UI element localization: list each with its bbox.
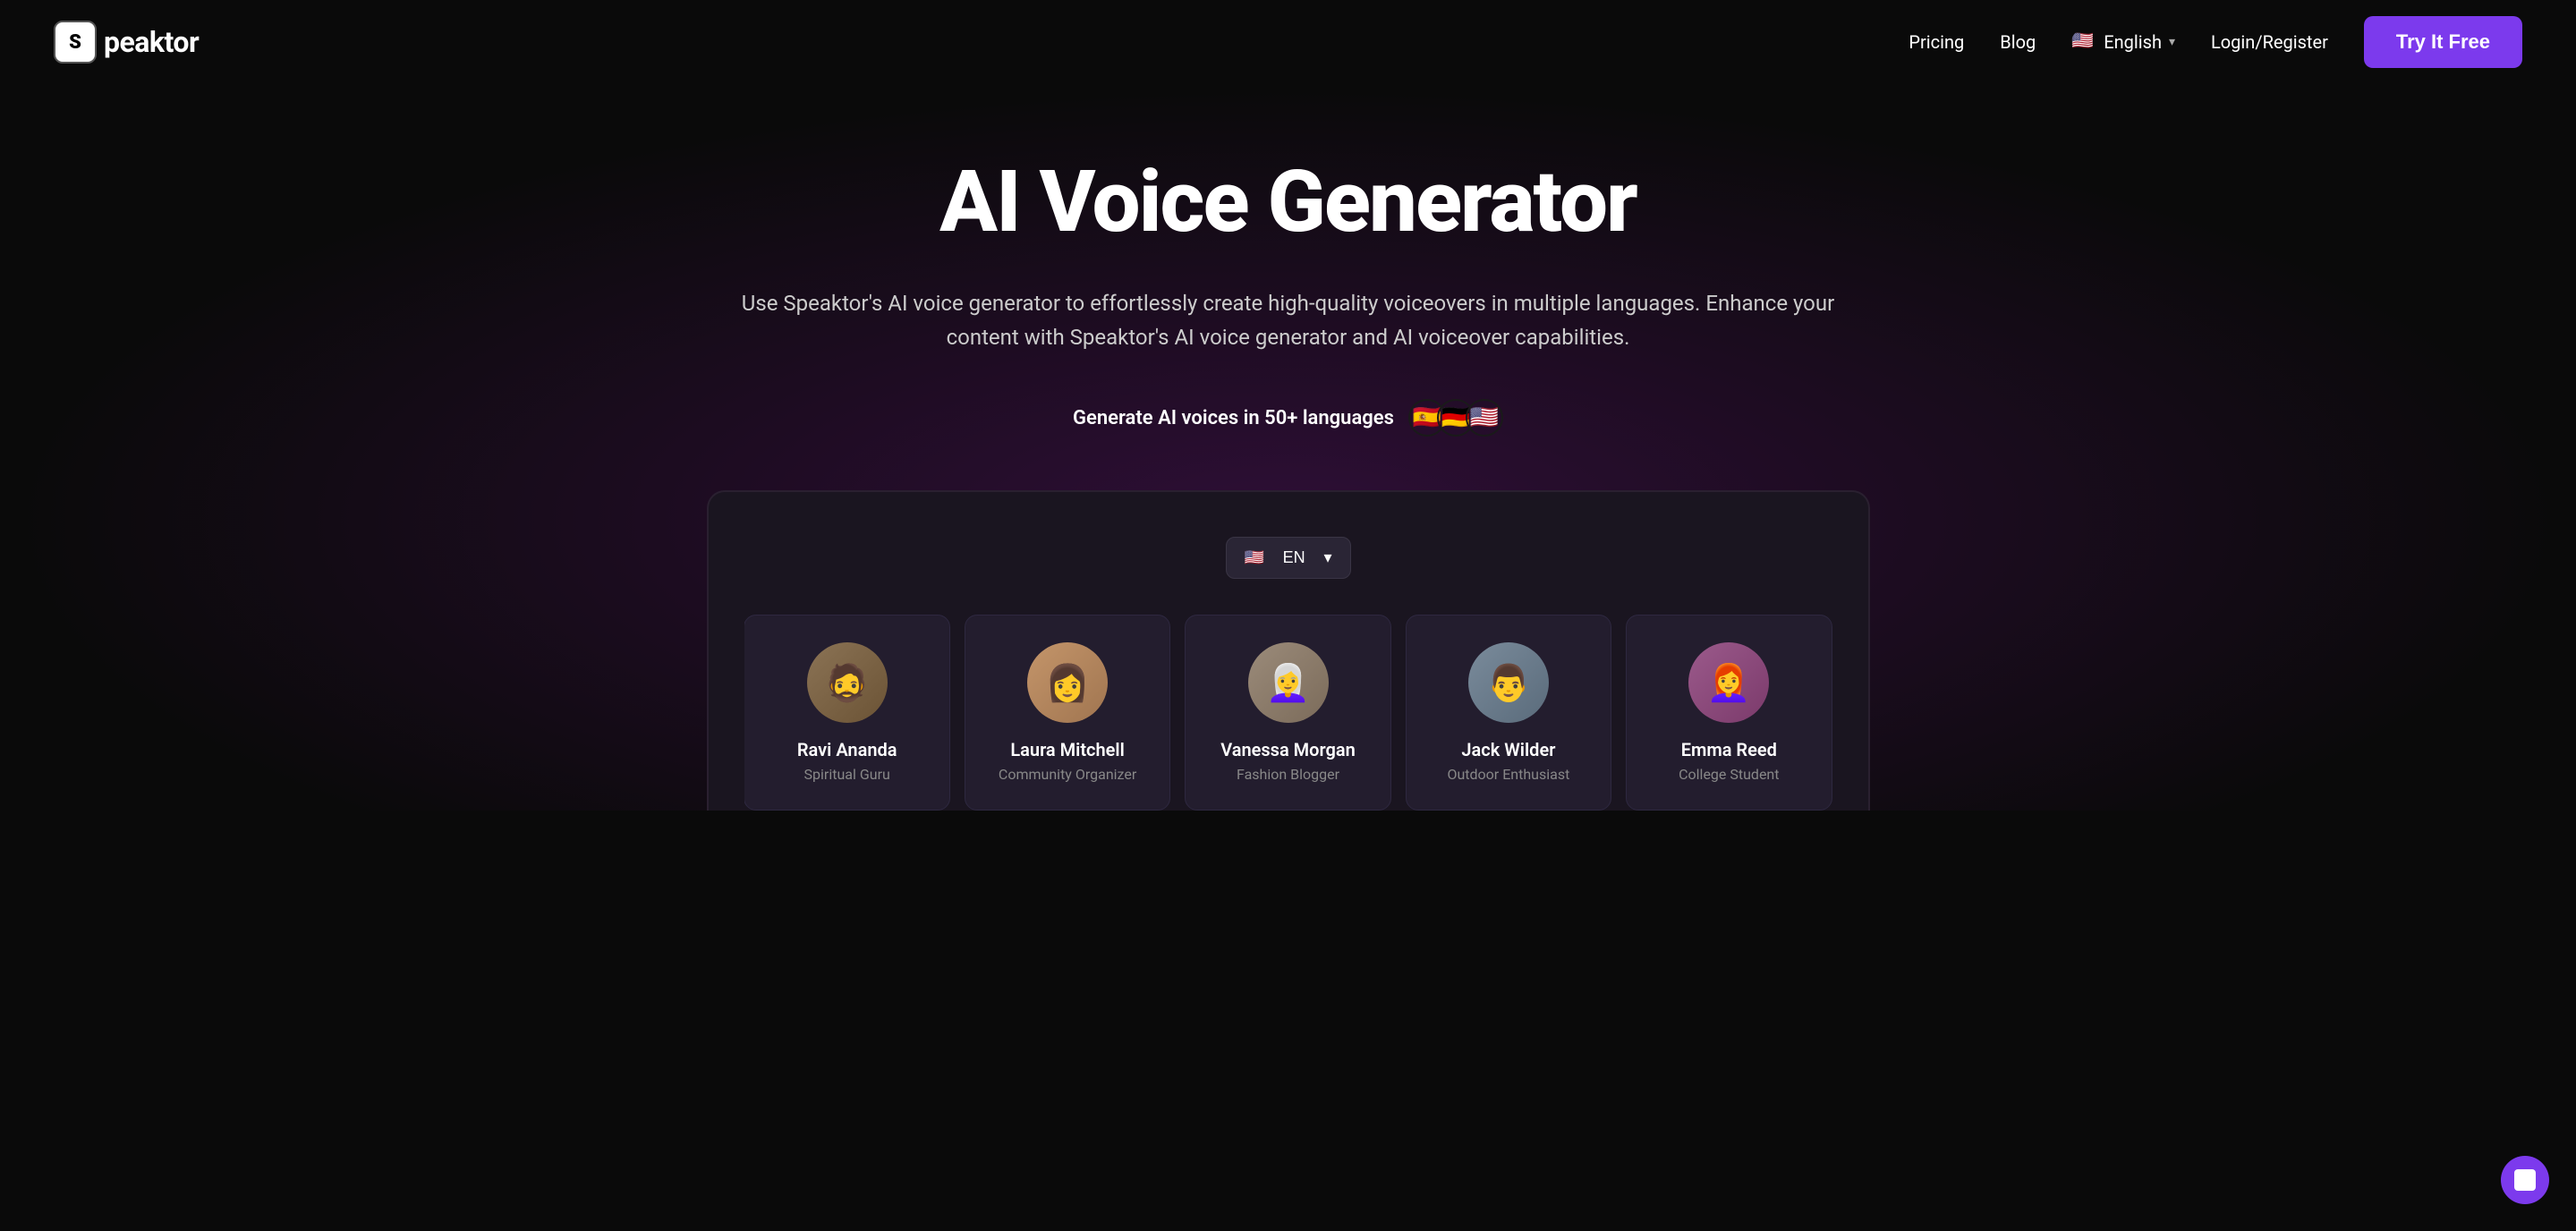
voice-avatar: 👩 (1027, 642, 1108, 723)
voice-role: Outdoor Enthusiast (1424, 766, 1593, 783)
voice-name: Ravi Ananda (762, 739, 931, 760)
chat-widget[interactable] (2501, 1156, 2549, 1204)
logo-icon: S (54, 21, 97, 64)
app-chevron-icon: ▾ (1323, 548, 1331, 567)
nav: Pricing Blog 🇺🇸 English ▾ Login/Register… (1909, 16, 2522, 68)
voice-avatar: 👨 (1468, 642, 1549, 723)
flag-icon: 🇺🇸 (2071, 30, 2096, 55)
logo-text: peaktor (104, 25, 199, 59)
hero-title: AI Voice Generator (54, 156, 2522, 250)
voice-avatar: 👩‍🦳 (1248, 642, 1329, 723)
avatar-image: 👩‍🦰 (1688, 642, 1769, 723)
languages-text: Generate AI voices in 50+ languages (1073, 407, 1394, 429)
hero-section: AI Voice Generator Use Speaktor's AI voi… (0, 84, 2576, 811)
nav-pricing[interactable]: Pricing (1909, 31, 1964, 53)
flag-us: 🇺🇸 (1466, 399, 1503, 437)
hero-subtitle: Use Speaktor's AI voice generator to eff… (707, 286, 1870, 355)
voice-avatar: 🧔 (807, 642, 888, 723)
voice-name: Vanessa Morgan (1203, 739, 1372, 760)
voice-avatar: 👩‍🦰 (1688, 642, 1769, 723)
logo-wordmark: peaktor (104, 25, 199, 59)
voice-role: Fashion Blogger (1203, 766, 1372, 783)
avatar-image: 👩‍🦳 (1248, 642, 1329, 723)
nav-blog[interactable]: Blog (2000, 31, 2036, 53)
voice-name: Laura Mitchell (983, 739, 1152, 760)
voice-role: College Student (1645, 766, 1813, 783)
voice-name: Jack Wilder (1424, 739, 1593, 760)
voice-card[interactable]: 👩‍🦰 Emma Reed College Student (1626, 615, 1832, 811)
voice-card[interactable]: 👩 Laura Mitchell Community Organizer (965, 615, 1170, 811)
flag-cluster: 🇪🇸 🇩🇪 🇺🇸 (1408, 399, 1503, 437)
voice-cards-container: 🧔 Ravi Ananda Spiritual Guru 👩 Laura Mit… (744, 615, 1832, 811)
language-label: English (2104, 31, 2162, 53)
voice-name: Emma Reed (1645, 739, 1813, 760)
avatar-image: 👨 (1468, 642, 1549, 723)
app-flag-icon: 🇺🇸 (1245, 548, 1264, 567)
try-it-free-button[interactable]: Try It Free (2364, 16, 2522, 68)
voice-card[interactable]: 👨 Jack Wilder Outdoor Enthusiast (1406, 615, 1611, 811)
app-preview: 🇺🇸 EN ▾ 🧔 Ravi Ananda Spiritual Guru 👩 L… (707, 490, 1870, 811)
app-lang-code: EN (1283, 548, 1305, 567)
chat-icon (2514, 1169, 2536, 1191)
languages-row: Generate AI voices in 50+ languages 🇪🇸 🇩… (54, 399, 2522, 437)
avatar-image: 🧔 (807, 642, 888, 723)
login-register-link[interactable]: Login/Register (2211, 31, 2328, 53)
voice-role: Community Organizer (983, 766, 1152, 783)
app-language-selector: 🇺🇸 EN ▾ (744, 537, 1832, 579)
voice-card[interactable]: 🧔 Ravi Ananda Spiritual Guru (744, 615, 950, 811)
chevron-down-icon: ▾ (2169, 35, 2175, 49)
app-lang-button[interactable]: 🇺🇸 EN ▾ (1226, 537, 1351, 579)
logo[interactable]: S peaktor (54, 21, 199, 64)
header: S peaktor Pricing Blog 🇺🇸 English ▾ Logi… (0, 0, 2576, 84)
voice-role: Spiritual Guru (762, 766, 931, 783)
voice-card[interactable]: 👩‍🦳 Vanessa Morgan Fashion Blogger (1185, 615, 1390, 811)
avatar-image: 👩 (1027, 642, 1108, 723)
language-selector[interactable]: 🇺🇸 English ▾ (2071, 30, 2175, 55)
